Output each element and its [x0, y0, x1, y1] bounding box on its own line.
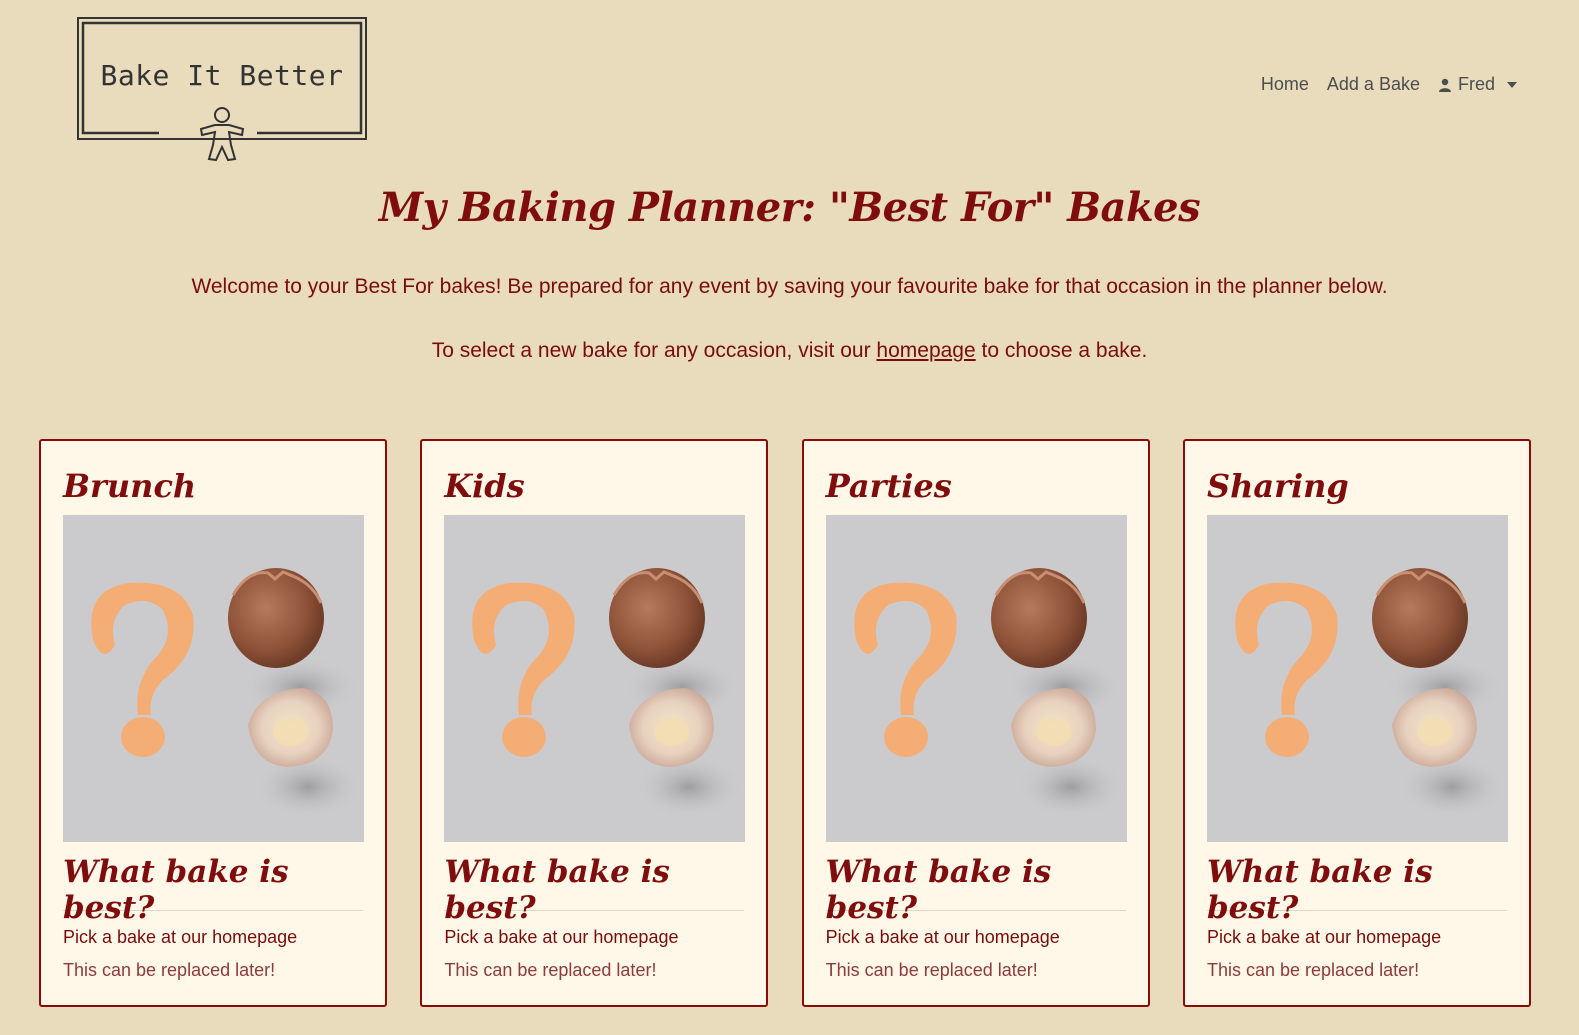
card-subtitle: What bake is best? [444, 854, 670, 926]
planner-card-sharing: Sharing What bake is best? Pick a bake a… [1182, 439, 1531, 1007]
card-title: Parties [825, 467, 952, 505]
card-pick-text: Pick a bake at our homepage [63, 927, 298, 947]
card-replace-text: This can be replaced later! [444, 960, 657, 980]
planner-card-kids: Kids What bake is best? Pick a bake at o… [420, 439, 769, 1007]
card-replace-text: This can be replaced later! [63, 960, 276, 980]
page-title: My Baking Planner: "Best For" Bakes [378, 184, 1201, 231]
user-menu-dropdown[interactable]: Fred [1438, 74, 1517, 95]
card-pick-text: Pick a bake at our homepage [1206, 927, 1442, 947]
select-prefix: To select a new bake for any occasion, v… [431, 339, 877, 362]
gingerbread-man-icon [199, 107, 245, 162]
placeholder-image [63, 515, 364, 842]
main-nav: Home Add a Bake Fred [1261, 74, 1517, 95]
select-suffix: to choose a bake. [975, 339, 1148, 362]
homepage-link[interactable]: homepage [876, 339, 975, 362]
card-subtitle: What bake is best? [825, 854, 1052, 926]
planner-card-parties: Parties What bake is best? Pick a bake a… [801, 439, 1150, 1007]
planner-card-brunch: Brunch What bake is best? Pick a bake at… [39, 439, 387, 1007]
planner-cards: Brunch What bake is best? Pick a bake at… [39, 439, 1531, 1007]
card-subtitle: What bake is best? [1206, 854, 1433, 926]
site-logo[interactable]: Bake It Better [77, 17, 367, 162]
nav-add-bake-link[interactable]: Add a Bake [1327, 74, 1420, 95]
card-title: Kids [444, 467, 525, 505]
intro-text: Welcome to your Best For bakes! Be prepa… [191, 275, 1388, 298]
placeholder-image [825, 515, 1127, 842]
card-title: Sharing [1206, 467, 1349, 505]
nav-home-link[interactable]: Home [1261, 74, 1309, 95]
card-pick-text: Pick a bake at our homepage [444, 927, 679, 947]
card-subtitle: What bake is best? [63, 854, 289, 926]
user-name: Fred [1457, 74, 1495, 94]
card-replace-text: This can be replaced later! [825, 960, 1038, 980]
placeholder-image [444, 515, 746, 842]
card-replace-text: This can be replaced later! [1206, 960, 1420, 980]
logo-text: Bake It Better [100, 59, 344, 92]
select-bake-text: To select a new bake for any occasion, v… [0, 339, 1579, 363]
card-pick-text: Pick a bake at our homepage [825, 927, 1060, 947]
card-title: Brunch [63, 467, 197, 505]
user-icon [1438, 78, 1451, 92]
placeholder-image [1206, 515, 1508, 842]
chevron-down-icon [1507, 81, 1517, 88]
